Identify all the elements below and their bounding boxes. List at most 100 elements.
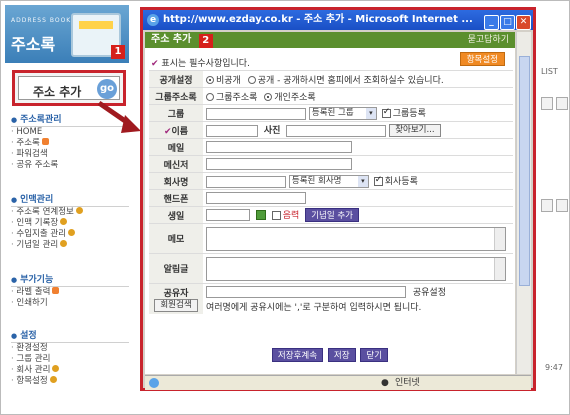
email-input[interactable] xyxy=(206,141,352,153)
medal-icon xyxy=(75,207,83,214)
help-link[interactable]: 묻고답하기 xyxy=(468,32,509,48)
personal-addressbook-radio[interactable] xyxy=(264,93,273,101)
menu-item-label-print[interactable]: 라벨 출력 xyxy=(11,287,129,298)
item-settings-button[interactable]: 항목설정 xyxy=(459,52,505,66)
lunar-checkbox[interactable] xyxy=(271,210,281,220)
menu-item-anniversary[interactable]: 기념일 관리 xyxy=(11,240,129,251)
notice-textarea[interactable] xyxy=(206,256,506,281)
popup-title: 주소 추가 xyxy=(151,34,192,45)
menu-item-power-search[interactable]: 파워검색 xyxy=(11,149,129,160)
field-label: 메신저 xyxy=(149,155,203,173)
company-register-checkbox[interactable] xyxy=(373,175,383,186)
browse-button[interactable]: 찾아보기... xyxy=(389,124,441,137)
row-memo: 메모 xyxy=(149,223,513,254)
zone-label: 인터넷 xyxy=(395,378,420,388)
row-group-type: 그룹주소록 그룹주소록 개인주소록 xyxy=(149,87,513,105)
popup-header: 주소 추가 2 묻고답하기 xyxy=(145,32,515,48)
row-visibility: 공개설정 비공개 공개 - 공개하시면 홈피에서 조회하실수 있습니다. xyxy=(149,70,513,88)
menu-item-company-manage[interactable]: 회사 관리 xyxy=(11,365,129,376)
company-select[interactable]: 등록된 회사명 ▾ xyxy=(288,175,369,188)
section-title: 부가기능 xyxy=(11,273,129,287)
menu-item-preferences[interactable]: 환경설정 xyxy=(11,343,129,354)
menu-item-linked-info[interactable]: 주소록 연계정보 xyxy=(11,207,129,218)
save-button[interactable]: 저장 xyxy=(327,348,356,362)
menu-item-label: 공유 주소록 xyxy=(16,160,59,170)
menu-item-label: 라벨 출력 xyxy=(16,287,51,297)
scrollbar-thumb[interactable] xyxy=(519,56,530,286)
sharer-fields: 공유설정 여러명에게 공유시에는 ','로 구분하여 입력하시면 됩니다. xyxy=(203,283,513,314)
add-anniversary-button[interactable]: 기념일 추가 xyxy=(305,208,359,223)
menu-item-group-manage[interactable]: 그룹 관리 xyxy=(11,354,129,365)
personal-addressbook-label: 개인주소록 xyxy=(274,92,316,103)
row-messenger: 메신저 xyxy=(149,155,513,173)
close-button[interactable]: 닫기 xyxy=(360,348,389,362)
name-fields: 사진 찾아보기... xyxy=(203,121,513,139)
field-label: 공개설정 xyxy=(149,70,203,88)
menu-item-field-settings[interactable]: 항목설정 xyxy=(11,376,129,387)
menu-item-network-log[interactable]: 인맥 기록장 xyxy=(11,218,129,229)
minimize-icon[interactable]: _ xyxy=(484,15,499,30)
menu-item-addressbook[interactable]: 주소록 xyxy=(11,138,129,149)
menu-item-label: 파워검색 xyxy=(16,149,48,159)
row-name: ✔이름 사진 찾아보기... xyxy=(149,121,513,139)
menu-item-shared[interactable]: 공유 주소록 xyxy=(11,160,129,171)
field-label: ✔이름 xyxy=(149,121,203,139)
form-actions: 저장후계속 저장 닫기 xyxy=(145,348,515,362)
sharer-label-cell: 공유자 회원검색 xyxy=(149,283,203,314)
name-label-text: 이름 xyxy=(171,126,189,137)
save-continue-button[interactable]: 저장후계속 xyxy=(271,348,324,362)
menu-item-income-expense[interactable]: 수입지출 관리 xyxy=(11,229,129,240)
company-input[interactable] xyxy=(206,175,286,188)
name-input[interactable] xyxy=(206,124,258,137)
ie-icon: e xyxy=(147,14,159,26)
section-title: 설정 xyxy=(11,329,129,343)
sharer-input[interactable] xyxy=(206,286,406,298)
field-label: 생일 xyxy=(149,206,203,224)
maximize-icon[interactable]: □ xyxy=(500,15,515,30)
background-button xyxy=(556,199,568,212)
section-title: 인맥관리 xyxy=(11,193,129,207)
field-label: 그룹주소록 xyxy=(149,87,203,105)
birthday-input[interactable] xyxy=(206,209,250,222)
photo-path-input[interactable] xyxy=(286,124,387,137)
field-label: 회사명 xyxy=(149,172,203,190)
close-icon[interactable]: ✕ xyxy=(516,15,531,30)
page-icon xyxy=(149,377,159,388)
messenger-input[interactable] xyxy=(206,158,352,170)
check-icon: ✔ xyxy=(151,59,159,69)
calendar-icon[interactable] xyxy=(255,210,266,221)
group-select-value: 등록된 그룹 xyxy=(311,108,354,118)
window-titlebar[interactable]: e http://www.ezday.co.kr - 주소 추가 - Micro… xyxy=(143,10,533,30)
private-radio[interactable] xyxy=(206,76,214,84)
memo-textarea[interactable] xyxy=(206,226,506,251)
group-register-checkbox[interactable] xyxy=(381,107,391,118)
row-mobile: 핸드폰 xyxy=(149,189,513,207)
background-button xyxy=(556,97,568,110)
field-label: 핸드폰 xyxy=(149,189,203,207)
globe-icon: ● xyxy=(381,378,389,388)
member-search-button[interactable]: 회원검색 xyxy=(154,298,198,312)
logo-subtitle: ADDRESS BOOK xyxy=(11,17,72,24)
company-register-label: 회사등록 xyxy=(384,177,418,187)
group-input[interactable] xyxy=(206,107,306,120)
group-addressbook-radio[interactable] xyxy=(206,93,214,101)
menu-item-label: 주소록 연계정보 xyxy=(16,207,74,217)
menu-item-print[interactable]: 인쇄하기 xyxy=(11,298,129,309)
messenger-fields xyxy=(203,155,513,173)
row-company: 회사명 등록된 회사명 ▾ 회사등록 xyxy=(149,172,513,190)
menu-item-label: 주소록 xyxy=(16,138,40,148)
new-icon xyxy=(41,138,49,145)
menu-section-settings: 설정 환경설정 그룹 관리 회사 관리 항목설정 xyxy=(11,329,129,387)
logo-title: 주소록 xyxy=(11,35,56,54)
row-notice: 알림글 xyxy=(149,253,513,284)
mobile-input[interactable] xyxy=(206,192,306,204)
status-bar: ● 인터넷 xyxy=(145,375,531,390)
field-label: 공유자 xyxy=(163,288,189,299)
menu-item-label: 환경설정 xyxy=(16,343,48,353)
public-radio[interactable] xyxy=(247,76,256,84)
vertical-scrollbar[interactable] xyxy=(516,32,531,374)
sharer-hint: 여러명에게 공유시에는 ','로 구분하여 입력하시면 됩니다. xyxy=(206,303,422,313)
medal-icon xyxy=(60,240,68,247)
lunar-label: 음력 xyxy=(282,210,300,221)
group-select[interactable]: 등록된 그룹 ▾ xyxy=(308,107,377,120)
